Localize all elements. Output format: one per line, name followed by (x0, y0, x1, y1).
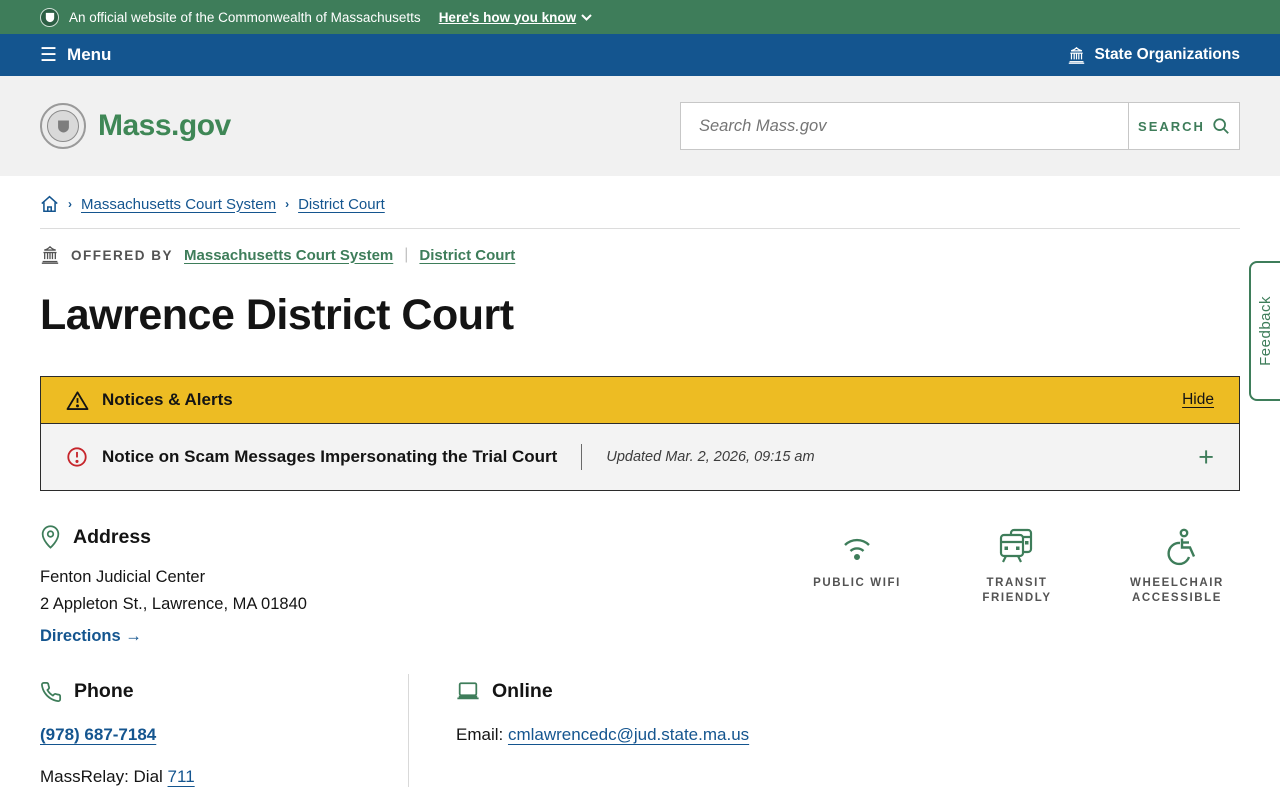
chevron-down-icon (581, 13, 592, 21)
state-seal-icon (40, 7, 59, 27)
address-block: Address Fenton Judicial Center 2 Appleto… (40, 525, 307, 646)
breadcrumb-separator: › (68, 197, 72, 211)
online-block: Online Email: cmlawrencedc@jud.state.ma.… (408, 674, 1240, 787)
expand-notice-button[interactable]: + (1198, 443, 1214, 471)
notices-alerts-title: Notices & Alerts (102, 390, 233, 409)
amenity-wheelchair-accessible: WHEELCHAIR ACCESSIBLE (1118, 527, 1236, 646)
menu-bar: ☰ Menu State Organizations (0, 34, 1280, 76)
directions-link[interactable]: Directions → (40, 627, 142, 646)
online-heading: Online (492, 680, 553, 702)
phone-heading: Phone (74, 680, 134, 702)
feedback-label: Feedback (1257, 296, 1274, 366)
transit-icon (997, 527, 1037, 567)
address-section: Address Fenton Judicial Center 2 Appleto… (40, 525, 1240, 646)
capitol-icon (1069, 46, 1085, 64)
email-label: Email: (456, 725, 508, 744)
amenity-label: TRANSIT FRIENDLY (982, 577, 1052, 604)
state-organizations-button[interactable]: State Organizations (1067, 46, 1240, 64)
email-line: Email: cmlawrencedc@jud.state.ma.us (456, 725, 1240, 745)
heres-how-you-know-link[interactable]: Here's how you know (439, 10, 593, 25)
notices-alerts-header: Notices & Alerts Hide (41, 377, 1239, 424)
main-content: › Massachusetts Court System › District … (0, 195, 1280, 787)
hide-alerts-link[interactable]: Hide (1182, 391, 1214, 409)
hamburger-icon: ☰ (40, 44, 58, 66)
massrelay-prefix: MassRelay: Dial (40, 767, 168, 786)
site-search: SEARCH (680, 102, 1240, 150)
address-line-2: 2 Appleton St., Lawrence, MA 01840 (40, 595, 307, 613)
site-header: Mass.gov SEARCH (0, 76, 1280, 176)
address-line-1: Fenton Judicial Center (40, 568, 206, 586)
home-icon[interactable] (40, 195, 59, 213)
state-organizations-label: State Organizations (1094, 46, 1240, 63)
amenity-transit-friendly: TRANSIT FRIENDLY (958, 527, 1076, 646)
amenity-public-wifi: PUBLIC WIFI (798, 527, 916, 646)
breadcrumb-link-district-court[interactable]: District Court (298, 196, 385, 213)
menu-label: Menu (67, 45, 112, 64)
laptop-icon (457, 682, 479, 700)
wheelchair-icon (1158, 527, 1196, 567)
amenity-label: PUBLIC WIFI (813, 577, 901, 589)
official-banner-text: An official website of the Commonwealth … (69, 9, 421, 25)
menu-button[interactable]: ☰ Menu (40, 45, 111, 65)
page-title: Lawrence District Court (40, 291, 514, 339)
notice-title: Notice on Scam Messages Impersonating th… (102, 447, 558, 466)
contact-section: Phone (978) 687-7184 MassRelay: Dial 711… (40, 674, 1240, 787)
search-input[interactable] (680, 102, 1128, 150)
wifi-icon (837, 527, 877, 567)
phone-icon (41, 681, 62, 702)
search-icon (1213, 118, 1229, 134)
notices-alerts-panel: Notices & Alerts Hide Notice on Scam Mes… (40, 376, 1240, 491)
warning-triangle-icon (66, 390, 89, 410)
address-heading: Address (73, 525, 152, 548)
massrelay-711-link[interactable]: 711 (168, 767, 195, 786)
offered-by-row: OFFERED BY Massachusetts Court System | … (40, 246, 1240, 264)
notice-divider (581, 444, 583, 470)
phone-number-link[interactable]: (978) 687-7184 (40, 725, 156, 744)
offered-by-link-court-system[interactable]: Massachusetts Court System (184, 247, 393, 264)
phone-block: Phone (978) 687-7184 MassRelay: Dial 711 (40, 674, 408, 787)
breadcrumb-separator: › (285, 197, 290, 211)
amenity-label: WHEELCHAIR ACCESSIBLE (1130, 577, 1224, 604)
offered-by-separator: | (404, 246, 409, 263)
breadcrumb: › Massachusetts Court System › District … (40, 195, 1240, 213)
search-button[interactable]: SEARCH (1128, 102, 1240, 150)
massgov-logo-text: Mass.gov (98, 109, 231, 142)
map-pin-icon (41, 525, 60, 549)
email-link[interactable]: cmlawrencedc@jud.state.ma.us (508, 725, 749, 744)
capitol-icon (41, 246, 59, 264)
massgov-logo[interactable]: Mass.gov (40, 103, 231, 149)
massrelay-line: MassRelay: Dial 711 (40, 767, 408, 787)
alert-circle-icon (67, 447, 87, 467)
notice-updated-timestamp: Updated Mar. 2, 2026, 09:15 am (606, 449, 815, 465)
massgov-seal-icon (40, 103, 86, 149)
breadcrumb-link-court-system[interactable]: Massachusetts Court System (81, 196, 276, 213)
official-banner: An official website of the Commonwealth … (0, 0, 1280, 34)
breadcrumb-divider (40, 228, 1240, 229)
amenities-row: PUBLIC WIFI TRANSIT FRIENDLY WHEELCHAIR … (798, 527, 1236, 646)
feedback-button[interactable]: Feedback (1249, 261, 1280, 401)
notice-row[interactable]: Notice on Scam Messages Impersonating th… (41, 424, 1239, 490)
offered-by-label: OFFERED BY (71, 247, 174, 263)
offered-by-link-district-court[interactable]: District Court (419, 247, 515, 264)
